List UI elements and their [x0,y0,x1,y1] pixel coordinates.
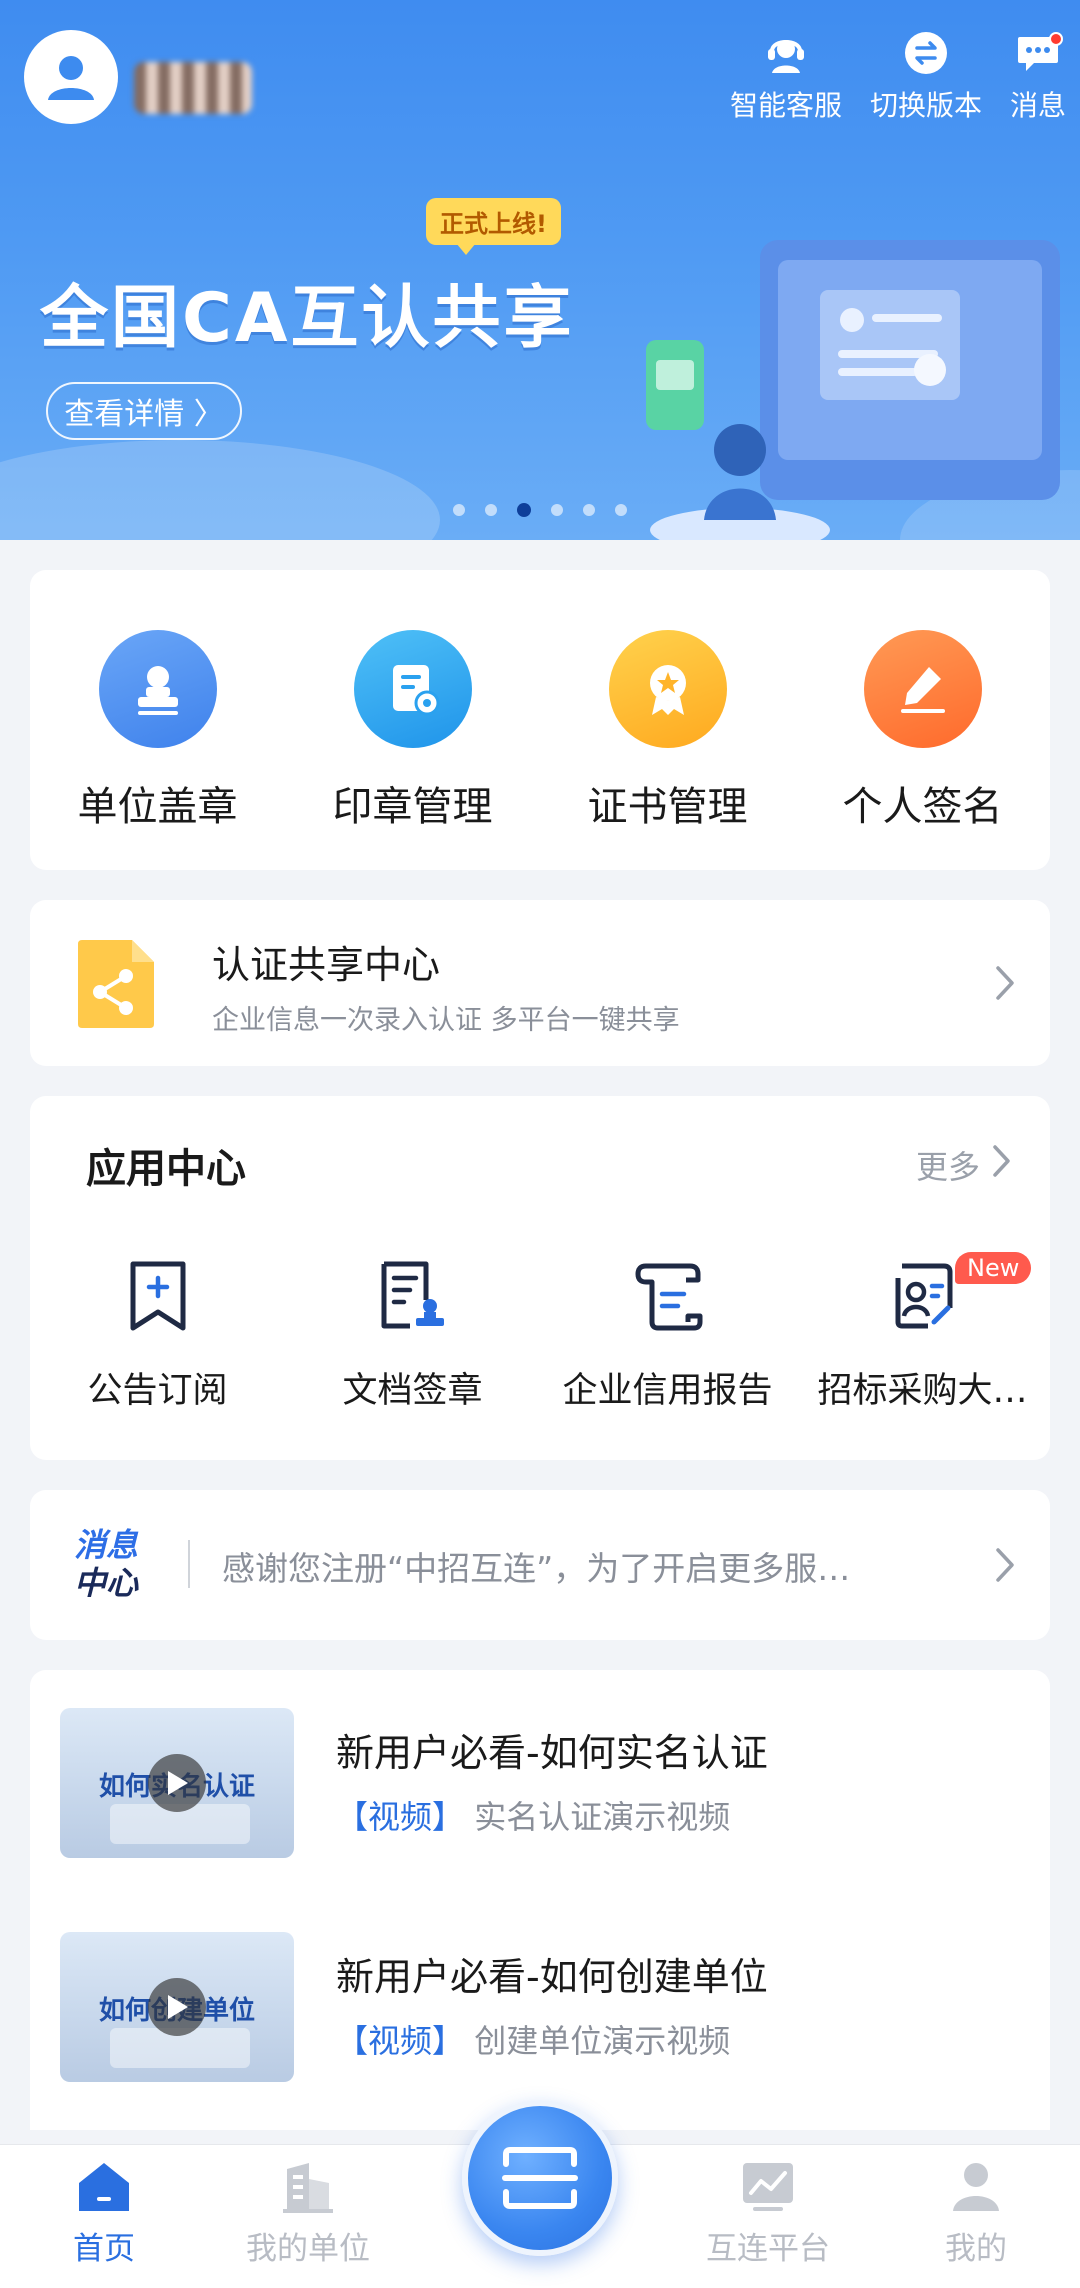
video-subtitle: 【视频】 实名认证演示视频 [336,1792,730,1838]
carousel-dot[interactable] [551,504,563,516]
video-title: 新用户必看-如何实名认证 [336,1731,768,1775]
message-center-card[interactable]: 消息 中心 感谢您注册“中招互连”，为了开启更多服… [30,1490,1050,1640]
switch-version-button[interactable]: 切换版本 [870,28,982,124]
tutorial-videos-card: 如何实名认证 新用户必看-如何实名认证 【视频】 实名认证演示视频 如何创建单位… [30,1670,1050,2130]
message-center-logo: 消息 中心 [74,1526,138,1602]
document-signing-app[interactable]: 文档签章 [285,1256,540,1413]
carousel-dot[interactable] [485,504,497,516]
seal-management-icon [353,630,472,748]
message-center-logo-line1: 消息 [74,1526,139,1564]
view-details-button[interactable]: 查看详情 〉 [46,382,242,440]
app-label: 企业信用报告 [562,1371,773,1411]
messages-label: 消息 [1009,89,1066,122]
headset-icon [767,40,804,73]
profile-icon [953,2163,999,2211]
app-grid: 公告订阅 文档签章 企业信用报告 New 招标采购大… [30,1252,1050,1413]
personal-signature-label: 个人签名 [842,784,1003,830]
avatar[interactable] [24,30,118,124]
play-icon[interactable] [148,1754,206,1812]
launch-tag: 正式上线! [426,198,561,255]
video-tag: 【视频】 [336,2022,465,2060]
bookmark-icon [130,1261,185,1331]
tab-interconnect-platform[interactable]: 互连平台 [678,2159,858,2268]
seal-management-label: 印章管理 [332,784,493,830]
document-seal-icon [381,1261,444,1329]
carousel-dot[interactable] [453,504,465,516]
scroll-report-icon [635,1263,702,1331]
play-icon[interactable] [148,1978,206,2036]
scan-button[interactable] [462,2100,618,2256]
quick-actions-card: 单位盖章 印章管理 证书管理 个人签名 [30,570,1050,870]
carousel-indicator [0,503,1080,517]
new-badge: New [955,1252,1032,1284]
bidding-procurement-app[interactable]: New 招标采购大… [795,1252,1050,1413]
bid-profile-icon [895,1263,952,1329]
user-avatar-icon [48,56,94,100]
app-label: 文档签章 [342,1371,483,1411]
customer-service-button[interactable]: 智能客服 [730,28,842,124]
chevron-right-icon [996,966,1014,1000]
video-tag: 【视频】 [336,1798,465,1836]
share-center-title: 认证共享中心 [212,943,441,987]
home-icon [79,2163,129,2211]
seal-management-button[interactable]: 印章管理 [285,570,540,870]
message-preview: 感谢您注册“中招互连”，为了开启更多服… [222,1549,851,1588]
share-document-icon [78,940,154,1028]
certificate-management-label: 证书管理 [587,784,748,830]
unit-stamp-button[interactable]: 单位盖章 [30,570,285,870]
tab-home[interactable]: 首页 [14,2159,194,2268]
customer-service-label: 智能客服 [729,89,842,122]
chevron-right-icon [996,1548,1014,1582]
unit-stamp-icon [98,630,217,748]
announcement-subscription-app[interactable]: 公告订阅 [30,1256,285,1413]
unit-stamp-label: 单位盖章 [77,784,238,830]
username-redacted [134,62,252,114]
video-subtitle: 【视频】 创建单位演示视频 [336,2016,730,2062]
message-center-logo-line2: 中心 [74,1564,139,1602]
signature-icon [863,630,982,748]
tab-my-unit[interactable]: 我的单位 [218,2159,398,2268]
video-desc: 实名认证演示视频 [474,1798,731,1836]
video-thumbnail[interactable]: 如何创建单位 [60,1932,294,2082]
enterprise-credit-report-app[interactable]: 企业信用报告 [540,1256,795,1413]
tab-mine[interactable]: 我的 [886,2159,1066,2268]
banner-illustration [646,240,1060,540]
scan-icon [502,2147,578,2209]
chart-icon [743,2163,793,2211]
share-center-subtitle: 企业信息一次录入认证 多平台一键共享 [212,1005,680,1036]
banner-title: 全国CA互认共享 [40,279,575,358]
tab-label: 互连平台 [706,2231,830,2267]
video-title: 新用户必看-如何创建单位 [336,1955,768,1999]
tab-label: 我的 [945,2231,1007,2267]
tab-label: 我的单位 [246,2231,370,2267]
app-center-title: 应用中心 [86,1146,246,1192]
switch-icon [904,32,947,74]
auth-share-center-card[interactable]: 认证共享中心 企业信息一次录入认证 多平台一键共享 [30,900,1050,1066]
video-item[interactable]: 如何实名认证 新用户必看-如何实名认证 【视频】 实名认证演示视频 [60,1708,1020,1858]
video-item[interactable]: 如何创建单位 新用户必看-如何创建单位 【视频】 创建单位演示视频 [60,1932,1020,2082]
switch-version-label: 切换版本 [869,89,982,122]
unread-dot [1048,32,1063,46]
tab-label: 首页 [73,2231,135,2267]
certificate-management-button[interactable]: 证书管理 [540,570,795,870]
video-thumbnail[interactable]: 如何实名认证 [60,1708,294,1858]
chevron-right-icon[interactable] [992,1144,1012,1178]
app-label: 公告订阅 [87,1371,228,1411]
divider [188,1540,190,1588]
carousel-dot[interactable] [583,504,595,516]
app-center-card: 应用中心 更多 公告订阅 文档签章 企业信用报告 New 招标采购大… [30,1096,1050,1460]
more-link[interactable]: 更多 [916,1142,980,1188]
video-desc: 创建单位演示视频 [474,2022,731,2060]
carousel-dot-active[interactable] [517,503,531,517]
certificate-icon [608,630,727,748]
decor-cloud [0,440,440,540]
app-label: 招标采购大… [817,1371,1028,1411]
hero-banner[interactable]: 智能客服 切换版本 消息 正式上线! 全国CA互认共享 查看详情 〉 [0,0,1080,540]
building-icon [283,2163,333,2213]
carousel-dot[interactable] [615,504,627,516]
top-actions: 智能客服 切换版本 消息 [702,28,1066,124]
messages-button[interactable]: 消息 [1010,28,1066,124]
personal-signature-button[interactable]: 个人签名 [795,570,1050,870]
